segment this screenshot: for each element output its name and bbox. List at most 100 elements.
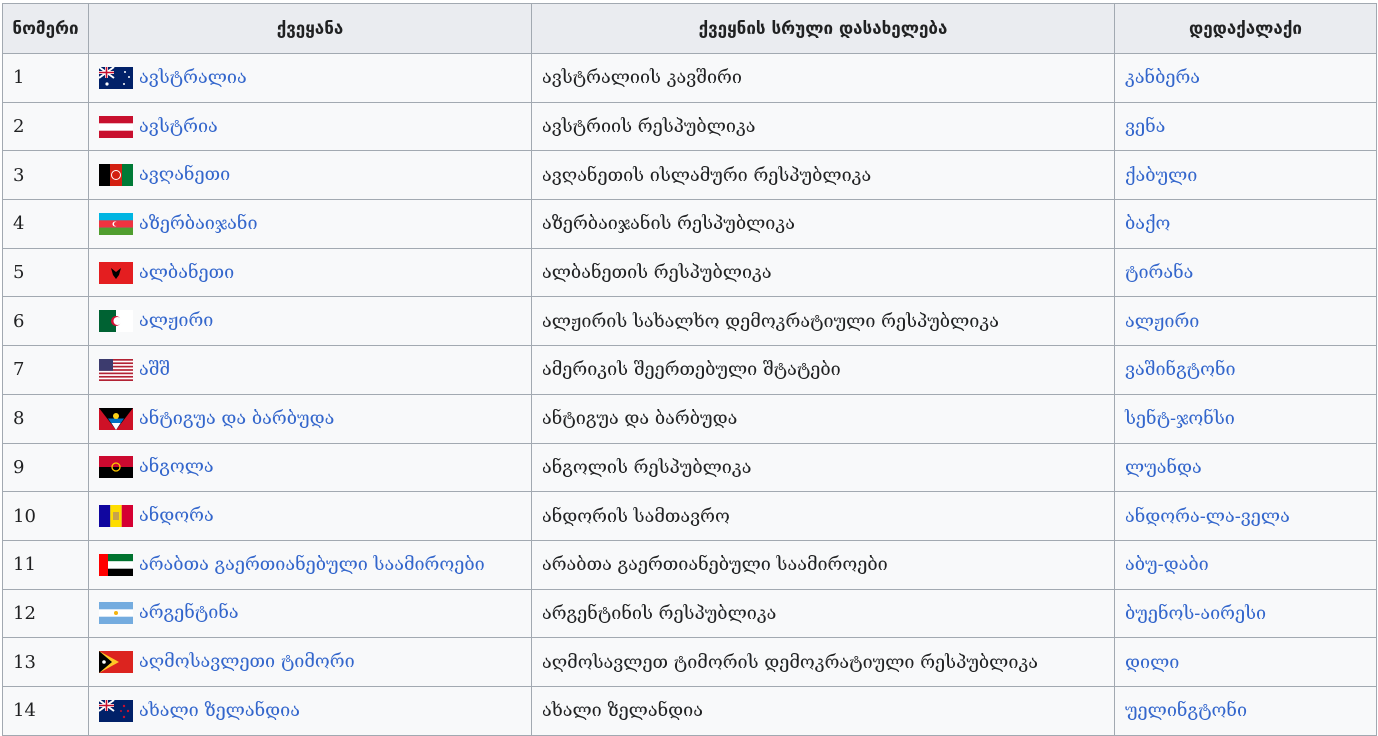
- capital-cell: ვენა: [1114, 101, 1377, 152]
- capital-cell: ანდორა-ლა-ველა: [1114, 491, 1377, 541]
- capital-link[interactable]: ალჟირი: [1125, 311, 1199, 332]
- table-row: 3 ავღანეთი ავღანეთის ისლამური რესპუბლიკა ქა…: [2, 150, 1377, 201]
- table-row: 9 ანგოლა ანგოლის რესპუბლიკა ლუანდა: [2, 442, 1377, 493]
- table-row: 11 არაბთა გაერთიანებული საამიროები არაბთა …: [2, 539, 1377, 590]
- table-row: 6 ალჟირი ალჟირის სახალხო დემოკრატიული რესპ…: [2, 296, 1377, 347]
- austria-flag-icon[interactable]: [99, 115, 133, 138]
- country-link[interactable]: ავღანეთი: [139, 164, 230, 185]
- full-name-cell: არაბთა გაერთიანებული საამიროები: [531, 539, 1115, 590]
- australia-flag-icon[interactable]: [99, 66, 133, 89]
- capital-link[interactable]: ლუანდა: [1125, 457, 1202, 478]
- capital-link[interactable]: ანდორა-ლა-ველა: [1125, 506, 1290, 527]
- country-link[interactable]: ანტიგუა და ბარბუდა: [139, 408, 334, 429]
- country-link[interactable]: ანდორა: [139, 505, 214, 526]
- capital-cell: სენტ-ჯონსი: [1114, 393, 1377, 444]
- algeria-flag-icon[interactable]: [99, 310, 133, 333]
- table-row: 7 აშშ ამერიკის შეერთებული შტატები ვაშინგტონ…: [2, 345, 1377, 395]
- antigua-flag-icon[interactable]: [99, 407, 133, 430]
- azerbaijan-flag-icon[interactable]: [99, 212, 133, 235]
- full-name-cell: ავსტრალიის კავშირი: [531, 53, 1115, 103]
- capital-link[interactable]: კანბერა: [1125, 67, 1200, 88]
- row-number: 8: [2, 393, 89, 444]
- capital-link[interactable]: ქაბული: [1125, 165, 1197, 186]
- country-cell: ავსტრია: [88, 101, 532, 152]
- row-number: 10: [2, 491, 89, 541]
- country-link[interactable]: ალბანეთი: [139, 262, 234, 283]
- full-name-cell: ავსტრიის რესპუბლიკა: [531, 101, 1115, 152]
- row-number: 13: [2, 637, 89, 687]
- capital-cell: ბაქო: [1114, 199, 1377, 249]
- row-number: 2: [2, 101, 89, 152]
- full-name-cell: არგენტინის რესპუბლიკა: [531, 588, 1115, 639]
- country-cell: არგენტინა: [88, 588, 532, 639]
- capital-link[interactable]: ბაქო: [1125, 213, 1170, 234]
- row-number: 7: [2, 345, 89, 395]
- table-row: 4 აზერბაიჯანი აზერბაიჯანის რესპუბლიკა ბაქო: [2, 199, 1377, 249]
- capital-link[interactable]: დილი: [1125, 652, 1179, 673]
- capital-link[interactable]: ვაშინგტონი: [1125, 359, 1236, 380]
- table-row: 5 ალბანეთი ალბანეთის რესპუბლიკა ტირანა: [2, 247, 1377, 298]
- country-link[interactable]: არგენტინა: [139, 602, 239, 623]
- row-number: 1: [2, 53, 89, 103]
- andorra-flag-icon[interactable]: [99, 505, 133, 528]
- full-name-cell: ანდორის სამთავრო: [531, 491, 1115, 541]
- table-row: 1 ავსტრალია ავსტრალიის კავშირი კანბერა: [2, 53, 1377, 103]
- country-link[interactable]: ავსტრია: [139, 116, 218, 137]
- capital-link[interactable]: უელინგტონი: [1125, 700, 1247, 721]
- header-number[interactable]: ნომერი: [2, 3, 89, 54]
- header-capital[interactable]: დედაქალაქი: [1114, 3, 1377, 54]
- country-cell: არაბთა გაერთიანებული საამიროები: [88, 539, 532, 590]
- country-link[interactable]: ალჟირი: [139, 310, 213, 331]
- country-link[interactable]: აზერბაიჯანი: [139, 213, 258, 234]
- table-row: 10 ანდორა ანდორის სამთავრო ანდორა-ლა-ველა: [2, 491, 1377, 541]
- capital-link[interactable]: სენტ-ჯონსი: [1125, 408, 1235, 429]
- country-cell: ალბანეთი: [88, 247, 532, 298]
- capital-link[interactable]: ტირანა: [1125, 262, 1193, 283]
- afghanistan-flag-icon[interactable]: [99, 164, 133, 187]
- row-number: 3: [2, 150, 89, 201]
- uae-flag-icon[interactable]: [99, 553, 133, 576]
- row-number: 9: [2, 442, 89, 493]
- capital-cell: ალჟირი: [1114, 296, 1377, 347]
- country-link[interactable]: არაბთა გაერთიანებული საამიროები: [139, 554, 485, 575]
- full-name-cell: ახალი ზელანდია: [531, 685, 1115, 736]
- full-name-cell: ამერიკის შეერთებული შტატები: [531, 345, 1115, 395]
- header-full-name[interactable]: ქვეყნის სრული დასახელება: [531, 3, 1115, 54]
- full-name-cell: აღმოსავლეთ ტიმორის დემოკრატიული რესპუბლი…: [531, 637, 1115, 687]
- country-link[interactable]: აშშ: [139, 359, 170, 380]
- argentina-flag-icon[interactable]: [99, 602, 133, 625]
- capital-cell: ტირანა: [1114, 247, 1377, 298]
- full-name-cell: ალჟირის სახალხო დემოკრატიული რესპუბლიკა: [531, 296, 1115, 347]
- countries-table: ნომერი ქვეყანა ქვეყნის სრული დასახელება …: [2, 3, 1377, 736]
- country-cell: ალჟირი: [88, 296, 532, 347]
- capital-cell: აბუ-დაბი: [1114, 539, 1377, 590]
- full-name-cell: აზერბაიჯანის რესპუბლიკა: [531, 199, 1115, 249]
- country-cell: აშშ: [88, 345, 532, 395]
- row-number: 14: [2, 685, 89, 736]
- full-name-cell: ალბანეთის რესპუბლიკა: [531, 247, 1115, 298]
- full-name-cell: ანტიგუა და ბარბუდა: [531, 393, 1115, 444]
- row-number: 5: [2, 247, 89, 298]
- capital-cell: ლუანდა: [1114, 442, 1377, 493]
- albania-flag-icon[interactable]: [99, 261, 133, 284]
- header-country[interactable]: ქვეყანა: [88, 3, 532, 54]
- table-row: 2 ავსტრია ავსტრიის რესპუბლიკა ვენა: [2, 101, 1377, 152]
- table-row: 13 აღმოსავლეთი ტიმორი აღმოსავლეთ ტიმორის დ…: [2, 637, 1377, 687]
- capital-link[interactable]: აბუ-დაბი: [1125, 554, 1209, 575]
- country-link[interactable]: ავსტრალია: [139, 67, 247, 88]
- full-name-cell: ანგოლის რესპუბლიკა: [531, 442, 1115, 493]
- usa-flag-icon[interactable]: [99, 358, 133, 381]
- country-link[interactable]: ანგოლა: [139, 456, 214, 477]
- row-number: 4: [2, 199, 89, 249]
- full-name-cell: ავღანეთის ისლამური რესპუბლიკა: [531, 150, 1115, 201]
- east-timor-flag-icon[interactable]: [99, 651, 133, 674]
- capital-cell: კანბერა: [1114, 53, 1377, 103]
- capital-link[interactable]: ბუენოს-აირესი: [1125, 603, 1266, 624]
- country-link[interactable]: ახალი ზელანდია: [139, 700, 300, 721]
- new-zealand-flag-icon[interactable]: [99, 699, 133, 722]
- table-row: 12 არგენტინა არგენტინის რესპუბლიკა ბუენოს-ა…: [2, 588, 1377, 639]
- capital-link[interactable]: ვენა: [1125, 116, 1165, 137]
- country-link[interactable]: აღმოსავლეთი ტიმორი: [139, 651, 355, 672]
- angola-flag-icon[interactable]: [99, 456, 133, 479]
- country-cell: ანტიგუა და ბარბუდა: [88, 393, 532, 444]
